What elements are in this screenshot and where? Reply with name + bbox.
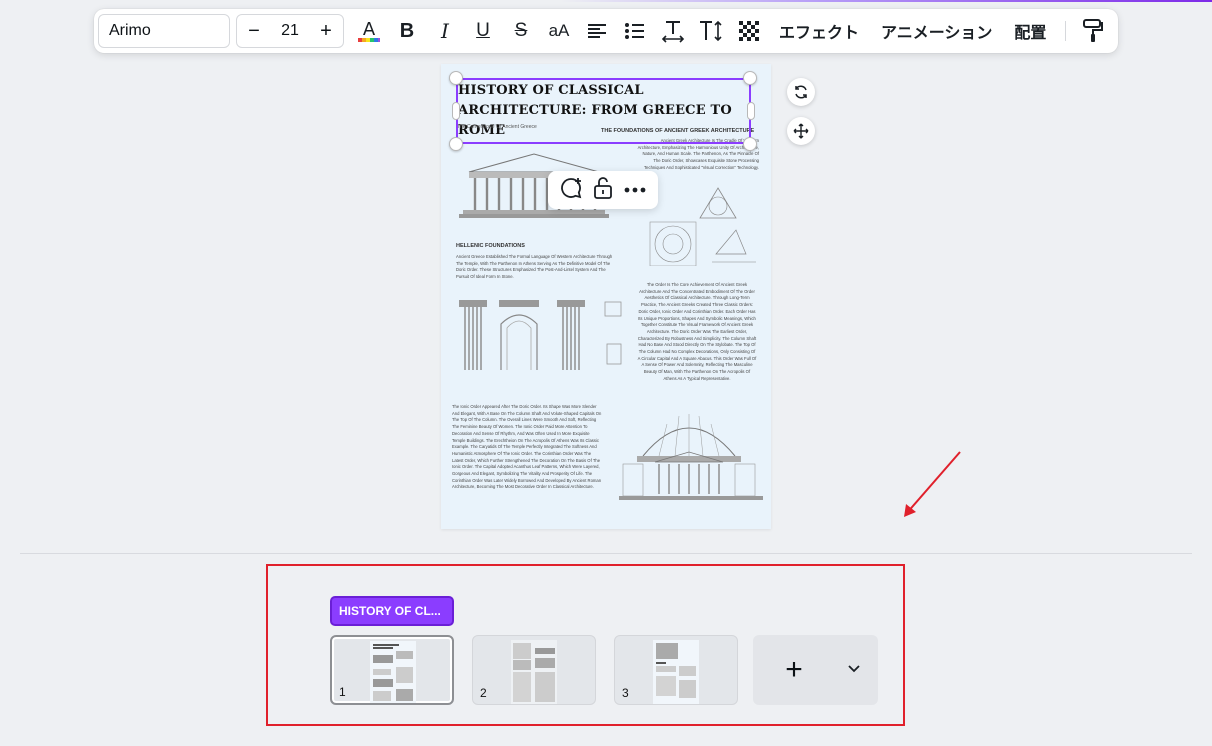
page-preview [511, 640, 557, 704]
transparency-button[interactable] [730, 14, 768, 48]
more-options-button[interactable] [623, 181, 647, 199]
page-thumbnail-2[interactable]: 2 [472, 635, 596, 705]
bold-button[interactable]: B [388, 14, 426, 48]
columns-illustration [459, 300, 622, 370]
paint-roller-icon [1083, 19, 1104, 42]
resize-handle-bottom-left[interactable] [449, 137, 463, 151]
selected-page-label[interactable]: HISTORY OF CL... [330, 596, 454, 626]
chevron-down-icon [848, 665, 860, 673]
increase-font-size-button[interactable]: + [317, 20, 335, 43]
animation-button[interactable]: アニメーション [870, 14, 1003, 48]
page-preview [370, 641, 416, 703]
transparency-icon [739, 21, 759, 41]
section-heading-hellenic[interactable]: HELLENIC FOUNDATIONS [456, 243, 525, 249]
geometry-diagram [649, 187, 756, 266]
letter-spacing-icon [661, 21, 685, 43]
design-page[interactable]: HISTORY OF CLASSICAL ARCHITECTURE: FROM … [441, 64, 771, 529]
line-spacing-icon [700, 20, 722, 42]
resize-handle-right[interactable] [747, 102, 755, 120]
copy-style-button[interactable] [1074, 14, 1112, 48]
unlock-icon [594, 176, 612, 199]
rotate-button[interactable] [787, 78, 815, 106]
svg-text:A: A [363, 19, 376, 40]
strikethrough-icon: S [514, 20, 528, 41]
strikethrough-button[interactable]: S [502, 14, 540, 48]
page-thumbnail-1[interactable]: 1 [330, 635, 454, 705]
bold-icon: B [399, 19, 415, 42]
letter-spacing-button[interactable] [654, 14, 692, 48]
font-size-value[interactable]: 21 [281, 22, 299, 40]
annotation-arrow-icon [904, 451, 961, 517]
page-thumbnail-3[interactable]: 3 [614, 635, 738, 705]
font-family-dropdown[interactable]: Arimo [98, 14, 230, 48]
section-text-orders[interactable]: The Order Is The Core Achievement Of Anc… [637, 282, 757, 383]
more-dots-icon [624, 187, 646, 193]
decrease-font-size-button[interactable]: − [245, 20, 263, 43]
effects-button[interactable]: エフェクト [768, 14, 870, 48]
italic-button[interactable]: I [426, 14, 464, 48]
text-color-icon: A [358, 19, 380, 42]
add-comment-icon [560, 177, 581, 198]
position-button[interactable]: 配置 [1003, 14, 1057, 48]
move-button[interactable] [787, 117, 815, 145]
list-button[interactable] [616, 14, 654, 48]
resize-handle-top-left[interactable] [449, 71, 463, 85]
resize-handle-bottom-right[interactable] [743, 137, 757, 151]
align-button[interactable] [578, 14, 616, 48]
resize-handle-top-right[interactable] [743, 71, 757, 85]
canvas-divider [20, 553, 1192, 554]
section-text-ionic[interactable]: The Ionic Order Appeared After The Doric… [452, 404, 602, 491]
page-number: 3 [622, 686, 629, 700]
move-icon [793, 123, 809, 139]
comment-button[interactable] [559, 176, 583, 205]
resize-handle-left[interactable] [452, 102, 460, 120]
font-family-value: Arimo [109, 22, 151, 39]
page-preview [653, 640, 699, 704]
text-toolbar: Arimo − 21 + A B I U S aA エフェクト アニメーション … [94, 9, 1118, 53]
section-text-foundations[interactable]: Ancient Greek Architecture Is The Cradle… [637, 138, 759, 172]
rotate-icon [795, 85, 807, 99]
letter-case-icon: aA [548, 21, 570, 40]
add-page-button[interactable]: + [783, 653, 805, 687]
align-left-icon [588, 24, 606, 38]
bullet-list-icon [625, 23, 644, 39]
page-number: 1 [339, 685, 346, 699]
underline-icon: U [476, 20, 490, 41]
lock-button[interactable] [592, 176, 614, 205]
section-heading-foundations[interactable]: THE FOUNDATIONS OF ANCIENT GREEK ARCHITE… [601, 128, 754, 134]
font-size-stepper: − 21 + [236, 14, 344, 48]
page-number: 2 [480, 686, 487, 700]
top-accent-line [560, 0, 1212, 2]
page-subtitle[interactable]: The Cornerstone Of Ancient Greece [457, 124, 537, 130]
element-context-menu [548, 171, 658, 209]
underline-button[interactable]: U [464, 14, 502, 48]
letter-case-button[interactable]: aA [540, 14, 578, 48]
pantheon-illustration [619, 414, 763, 500]
add-page-options-button[interactable] [847, 661, 861, 679]
line-spacing-button[interactable] [692, 14, 730, 48]
section-text-hellenic[interactable]: Ancient Greece Established The Formal La… [456, 254, 616, 281]
text-color-button[interactable]: A [350, 14, 388, 48]
toolbar-divider [1065, 21, 1067, 41]
italic-icon: I [441, 19, 449, 43]
add-page-control: + [753, 635, 878, 705]
